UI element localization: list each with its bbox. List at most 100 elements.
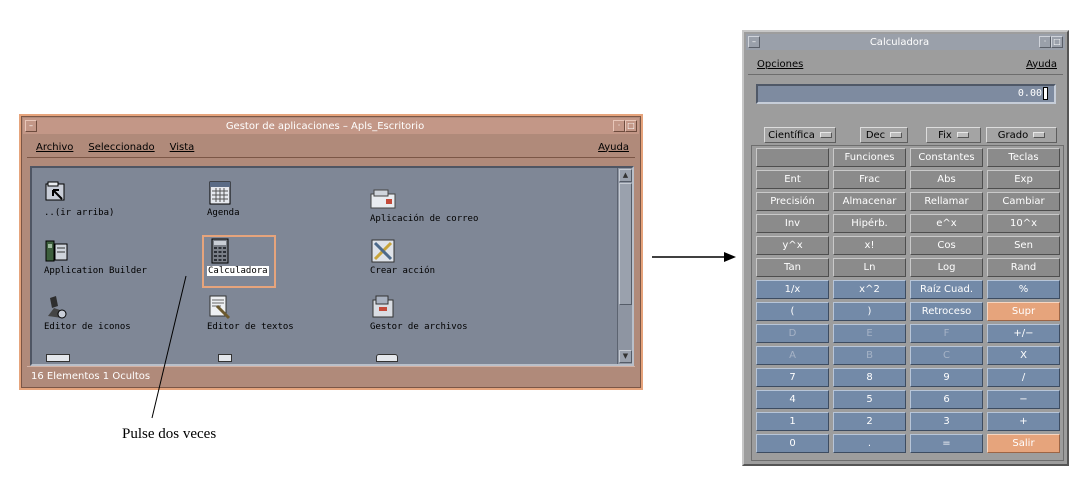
key-y-x[interactable]: y^x — [756, 236, 829, 255]
key-5[interactable]: 5 — [833, 390, 906, 409]
app-icon-agenda[interactable]: Agenda — [207, 180, 240, 218]
key-x[interactable]: X — [987, 346, 1060, 365]
key-10-x[interactable]: 10^x — [987, 214, 1060, 233]
key-symbol[interactable]: +/− — [987, 324, 1060, 343]
mode-selector-grado[interactable]: Grado — [986, 127, 1057, 143]
app-manager-titlebar[interactable]: – Gestor de aplicaciones – Apls_Escritor… — [23, 118, 639, 134]
key-blank[interactable] — [756, 148, 829, 167]
icon-view: ..(ir arriba) Agenda Aplicación de corre… — [30, 166, 634, 366]
key-x-2[interactable]: x^2 — [833, 280, 906, 299]
key-inv[interactable]: Inv — [756, 214, 829, 233]
key-9[interactable]: 9 — [910, 368, 983, 387]
icon-editor-icon — [48, 296, 67, 319]
minimize-button[interactable]: · — [613, 120, 625, 132]
key-e-x[interactable]: e^x — [910, 214, 983, 233]
option-menu-icon — [1033, 132, 1046, 138]
key-7[interactable]: 7 — [756, 368, 829, 387]
key-tan[interactable]: Tan — [756, 258, 829, 277]
key-ent[interactable]: Ent — [756, 170, 829, 189]
key-symbol[interactable]: = — [910, 434, 983, 453]
key-d[interactable]: D — [756, 324, 829, 343]
app-icon-application-builder[interactable]: Application Builder — [44, 238, 147, 276]
app-icon-label: ..(ir arriba) — [44, 208, 115, 218]
app-icon-label: Crear acción — [370, 266, 436, 276]
key-4[interactable]: 4 — [756, 390, 829, 409]
app-icon-correo[interactable]: Aplicación de correo — [370, 186, 478, 224]
key-teclas[interactable]: Teclas — [987, 148, 1060, 167]
key-rellamar[interactable]: Rellamar — [910, 192, 983, 211]
key-rand[interactable]: Rand — [987, 258, 1060, 277]
key-cos[interactable]: Cos — [910, 236, 983, 255]
partial-icon — [376, 354, 398, 362]
vertical-scrollbar[interactable]: ▲ ▼ — [617, 168, 632, 364]
key-cambiar[interactable]: Cambiar — [987, 192, 1060, 211]
key-a[interactable]: A — [756, 346, 829, 365]
key-1[interactable]: 1 — [756, 412, 829, 431]
key-retroceso[interactable]: Retroceso — [910, 302, 983, 321]
key-abs[interactable]: Abs — [910, 170, 983, 189]
minimize-button[interactable]: · — [1039, 36, 1051, 48]
key-b[interactable]: B — [833, 346, 906, 365]
key-exp[interactable]: Exp — [987, 170, 1060, 189]
scroll-up-arrow[interactable]: ▲ — [619, 169, 632, 182]
app-icon-crear-accion[interactable]: Crear acción — [370, 238, 435, 276]
maximize-button[interactable]: □ — [625, 120, 637, 132]
key-symbol[interactable]: % — [987, 280, 1060, 299]
window-menu-button[interactable]: – — [25, 120, 37, 132]
scroll-down-arrow[interactable]: ▼ — [619, 350, 632, 363]
key-symbol[interactable]: + — [987, 412, 1060, 431]
key-salir[interactable]: Salir — [987, 434, 1060, 453]
key-constantes[interactable]: Constantes — [910, 148, 983, 167]
key-2[interactable]: 2 — [833, 412, 906, 431]
key-0[interactable]: 0 — [756, 434, 829, 453]
mode-selector-dec[interactable]: Dec — [860, 127, 908, 143]
menu-opciones[interactable]: Opciones — [757, 59, 803, 70]
key-x[interactable]: x! — [833, 236, 906, 255]
window-title: Gestor de aplicaciones – Apls_Escritorio — [225, 120, 425, 132]
scroll-thumb[interactable] — [619, 183, 632, 305]
key-sen[interactable]: Sen — [987, 236, 1060, 255]
mode-selector-fix[interactable]: Fix — [926, 127, 981, 143]
mail-icon — [370, 189, 396, 209]
key-precisión[interactable]: Precisión — [756, 192, 829, 211]
key-log[interactable]: Log — [910, 258, 983, 277]
app-icon-calculadora[interactable]: Calculadora — [207, 238, 269, 276]
key-3[interactable]: 3 — [910, 412, 983, 431]
menu-seleccionado[interactable]: Seleccionado — [88, 142, 154, 153]
app-icon-ir-arriba[interactable]: ..(ir arriba) — [44, 180, 114, 218]
key-raíz-cuad[interactable]: Raíz Cuad. — [910, 280, 983, 299]
key-symbol[interactable]: ( — [756, 302, 829, 321]
key-hipérb[interactable]: Hipérb. — [833, 214, 906, 233]
key-e[interactable]: E — [833, 324, 906, 343]
key-f[interactable]: F — [910, 324, 983, 343]
calculator-menubar: Opciones Ayuda — [748, 54, 1063, 75]
selector-label: Dec — [865, 129, 886, 141]
calculator-icon — [211, 238, 229, 264]
key-frac[interactable]: Frac — [833, 170, 906, 189]
key-ln[interactable]: Ln — [833, 258, 906, 277]
key-6[interactable]: 6 — [910, 390, 983, 409]
menu-vista[interactable]: Vista — [170, 142, 195, 153]
mode-selector-cientifica[interactable]: Científica — [764, 127, 836, 143]
key-supr[interactable]: Supr — [987, 302, 1060, 321]
key-1-x[interactable]: 1/x — [756, 280, 829, 299]
key-symbol[interactable]: − — [987, 390, 1060, 409]
app-icon-gestor-archivos[interactable]: Gestor de archivos — [370, 294, 468, 332]
app-icon-editor-iconos[interactable]: Editor de iconos — [44, 294, 131, 332]
key-almacenar[interactable]: Almacenar — [833, 192, 906, 211]
calculator-titlebar[interactable]: – Calculadora · □ — [746, 34, 1065, 50]
maximize-button[interactable]: □ — [1051, 36, 1063, 48]
window-menu-button[interactable]: – — [748, 36, 760, 48]
menu-ayuda[interactable]: Ayuda — [1026, 59, 1057, 70]
app-icon-editor-textos[interactable]: Editor de textos — [207, 294, 294, 332]
text-editor-icon — [209, 295, 231, 320]
menu-archivo[interactable]: Archivo — [36, 142, 73, 153]
key-8[interactable]: 8 — [833, 368, 906, 387]
app-manager-window: – Gestor de aplicaciones – Apls_Escritor… — [19, 114, 643, 390]
key-symbol[interactable]: / — [987, 368, 1060, 387]
key-symbol[interactable]: ) — [833, 302, 906, 321]
key-c[interactable]: C — [910, 346, 983, 365]
key-symbol[interactable]: . — [833, 434, 906, 453]
key-funciones[interactable]: Funciones — [833, 148, 906, 167]
menu-ayuda[interactable]: Ayuda — [598, 142, 629, 153]
